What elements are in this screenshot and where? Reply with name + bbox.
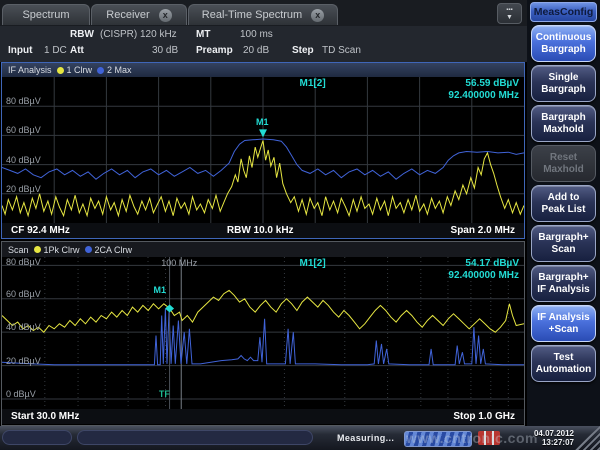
softkey-bargraph-if-analysis[interactable]: Bargraph+ IF Analysis (531, 265, 596, 302)
softkey-menu-title: MeasConfig (530, 2, 597, 22)
trace2-legend[interactable]: 2 Max (97, 65, 132, 75)
cf-readout: CF 92.4 MHz (11, 225, 70, 236)
scan-chart-canvas (2, 257, 524, 409)
window-title: IF Analysis (8, 65, 52, 75)
trace1-legend[interactable]: 1Pk Clrw (34, 245, 80, 255)
att-value[interactable]: 30 dB (152, 45, 178, 56)
rbw-label: RBW (70, 29, 94, 40)
softkey-add-to-peak-list[interactable]: Add to Peak List (531, 185, 596, 222)
tab-label: Real-Time Spectrum (202, 9, 302, 21)
measuring-status: Measuring... (337, 433, 394, 443)
date-text: 04.07.2012 (522, 429, 574, 438)
marker-title: M1[2] (300, 78, 326, 89)
status-field (2, 430, 72, 445)
stop-readout: Stop 1.0 GHz (453, 411, 515, 422)
span-readout: Span 2.0 MHz (451, 225, 515, 236)
marker-readout: 56.59 dBµV92.400000 MHz (448, 78, 519, 102)
if-window-footer: CF 92.4 MHz RBW 10.0 kHz Span 2.0 MHz (2, 223, 524, 238)
instrument-screen: Spectrum Receiver x Real-Time Spectrum x… (0, 0, 600, 450)
input-label: Input (8, 45, 32, 56)
rbw-readout: RBW 10.0 kHz (227, 225, 294, 236)
trace1-color-dot-icon (57, 67, 64, 74)
watermark-stripes (404, 431, 472, 447)
preamp-label: Preamp (196, 45, 233, 56)
preamp-value[interactable]: 20 dB (243, 45, 269, 56)
status-bar: Measuring... www.cntronic.com 04.07.2012… (0, 426, 600, 450)
input-value[interactable]: 1 DC (44, 45, 67, 56)
status-field (77, 430, 313, 445)
tab-label: Receiver (106, 9, 149, 21)
close-icon[interactable]: x (311, 9, 324, 22)
softkey-bargraph-scan[interactable]: Bargraph+ Scan (531, 225, 596, 262)
trace1-color-dot-icon (34, 246, 41, 253)
datetime-display: 04.07.2012 13:27:07 (522, 429, 574, 447)
chevron-down-icon: ▼ (498, 14, 521, 21)
rbw-value[interactable]: (CISPR) 120 kHz (100, 29, 177, 40)
softkey-test-automation[interactable]: Test Automation (531, 345, 596, 382)
softkey-continuous-bargraph[interactable]: Continuous Bargraph (531, 25, 596, 62)
scan-window: Scan 1Pk Clrw 2CA Clrw M1[2] 54.17 dBµV9… (1, 241, 525, 426)
tab-receiver[interactable]: Receiver x (91, 4, 187, 25)
marker-m1-glyph[interactable] (259, 129, 267, 137)
mt-label: MT (196, 29, 210, 40)
marker-title: M1[2] (300, 258, 326, 269)
scan-chart[interactable]: M1[2] 54.17 dBµV92.400000 MHz 80 dBµV60 … (2, 257, 524, 409)
tab-spectrum[interactable]: Spectrum (2, 4, 90, 25)
tab-label: Spectrum (22, 9, 69, 21)
watermark-logo (478, 431, 500, 445)
more-dots-icon: ▪▪▪ (498, 7, 521, 14)
softkey-if-analysis-scan[interactable]: IF Analysis +Scan (531, 305, 596, 342)
if-window-header[interactable]: IF Analysis 1 Clrw 2 Max (2, 63, 524, 77)
softkey-sidebar: MeasConfig Continuous Bargraph Single Ba… (527, 0, 600, 426)
scan-window-footer: Start 30.0 MHz Stop 1.0 GHz (2, 409, 524, 424)
step-value[interactable]: TD Scan (322, 45, 361, 56)
if-analysis-window: IF Analysis 1 Clrw 2 Max M1[2] 56.59 dBµ… (1, 62, 525, 239)
step-label: Step (292, 45, 314, 56)
trace2-legend[interactable]: 2CA Clrw (85, 245, 133, 255)
settings-bar: RBW (CISPR) 120 kHz MT 100 ms Input 1 DC… (0, 26, 527, 62)
if-analysis-chart[interactable]: M1[2] 56.59 dBµV92.400000 MHz 80 dBµV60 … (2, 77, 524, 223)
softkey-bargraph-maxhold[interactable]: Bargraph Maxhold (531, 105, 596, 142)
tab-bar: Spectrum Receiver x Real-Time Spectrum x… (0, 0, 527, 26)
softkey-single-bargraph[interactable]: Single Bargraph (531, 65, 596, 102)
close-icon[interactable]: x (159, 9, 172, 22)
tab-real-time-spectrum[interactable]: Real-Time Spectrum x (188, 4, 338, 25)
softkey-reset-maxhold[interactable]: Reset Maxhold (531, 145, 596, 182)
att-label: Att (70, 45, 84, 56)
marker-readout: 54.17 dBµV92.400000 MHz (448, 258, 519, 282)
time-text: 13:27:07 (522, 438, 574, 447)
if-chart-canvas (2, 77, 524, 223)
resize-grip-icon (574, 426, 600, 450)
trace2-color-dot-icon (97, 67, 104, 74)
scan-window-header[interactable]: Scan 1Pk Clrw 2CA Clrw (2, 242, 524, 257)
start-readout: Start 30.0 MHz (11, 411, 79, 422)
mt-value[interactable]: 100 ms (240, 29, 273, 40)
more-windows-button[interactable]: ▪▪▪ ▼ (497, 3, 522, 24)
trace2-color-dot-icon (85, 246, 92, 253)
trace1-legend[interactable]: 1 Clrw (57, 65, 93, 75)
window-title: Scan (8, 245, 29, 255)
